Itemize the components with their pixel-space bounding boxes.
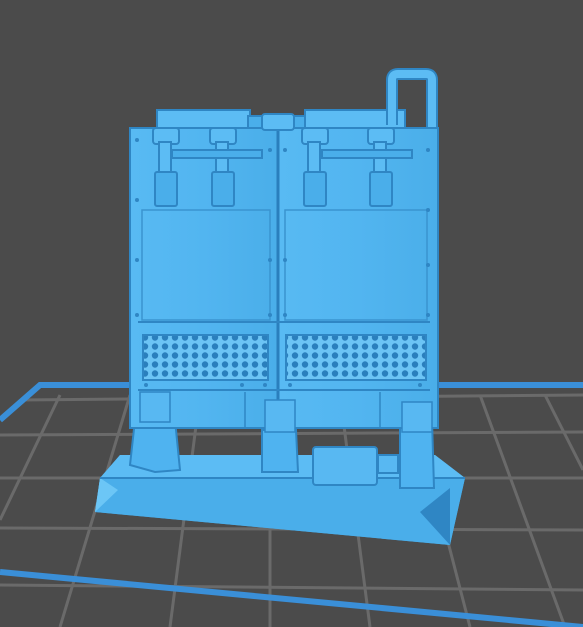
scene-canvas xyxy=(0,68,583,627)
3d-viewport[interactable] xyxy=(0,0,583,627)
left-vent-grille xyxy=(142,334,269,381)
